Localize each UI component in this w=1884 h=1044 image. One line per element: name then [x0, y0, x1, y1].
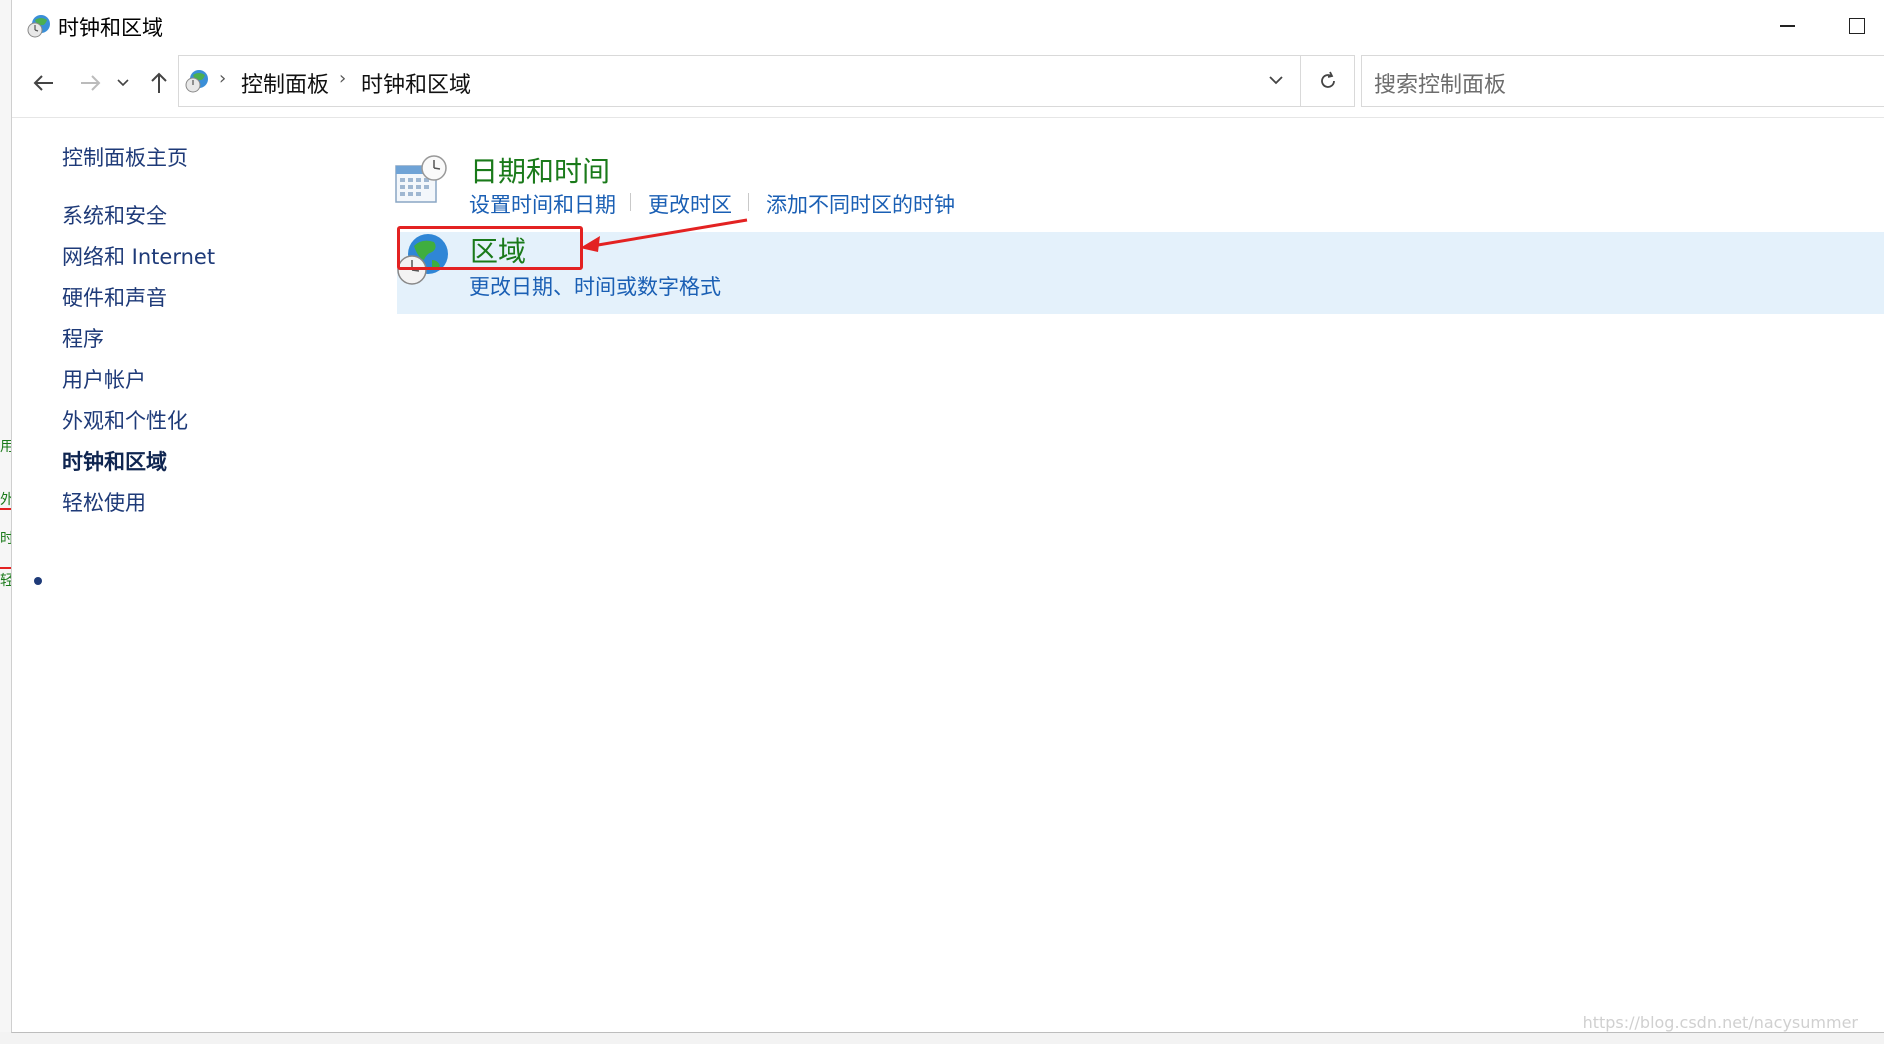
- date-time-title[interactable]: 日期和时间: [470, 150, 610, 190]
- sidebar-item-programs[interactable]: 程序: [62, 323, 104, 353]
- chevron-down-icon[interactable]: [1266, 70, 1286, 90]
- change-timezone-link[interactable]: 更改时区: [648, 189, 732, 219]
- up-arrow-icon: [151, 72, 167, 93]
- title-bar: 时钟和区域: [12, 0, 1884, 52]
- link-separator: [630, 193, 631, 211]
- up-button[interactable]: [144, 65, 174, 101]
- maximize-button[interactable]: [1822, 0, 1884, 52]
- control-panel-window: 时钟和区域 › 控制面板 › 时钟和区域 搜索控制面板 控制面板主页 系统和安全…: [11, 0, 1884, 1033]
- breadcrumb-control-panel[interactable]: 控制面板: [241, 67, 329, 99]
- background-strip: [0, 0, 11, 1044]
- sidebar-item-user-accounts[interactable]: 用户帐户: [62, 364, 146, 394]
- back-arrow-icon: [33, 75, 53, 91]
- maximize-icon: [1849, 18, 1865, 34]
- forward-button[interactable]: [74, 65, 106, 101]
- breadcrumb-separator[interactable]: ›: [339, 68, 346, 89]
- change-formats-link[interactable]: 更改日期、时间或数字格式: [469, 271, 721, 301]
- breadcrumb-separator: ›: [219, 68, 227, 89]
- search-input[interactable]: 搜索控制面板: [1361, 55, 1884, 107]
- calendar-clock-icon[interactable]: [392, 152, 450, 210]
- minimize-button[interactable]: [1752, 0, 1822, 52]
- sidebar-item-network-internet[interactable]: 网络和 Internet: [62, 241, 215, 271]
- add-clocks-link[interactable]: 添加不同时区的时钟: [766, 189, 955, 219]
- breadcrumb-clock-region[interactable]: 时钟和区域: [361, 67, 471, 99]
- clock-globe-icon: [27, 15, 50, 38]
- refresh-icon: [1320, 71, 1335, 88]
- annotation-highlight-box: [397, 226, 583, 270]
- edge-annotation-line: [0, 508, 11, 510]
- active-bullet-icon: [34, 577, 42, 585]
- back-button[interactable]: [28, 65, 60, 101]
- background-bottom: [0, 1032, 1884, 1044]
- link-separator: [748, 193, 749, 211]
- sidebar-item-hardware-sound[interactable]: 硬件和声音: [62, 282, 167, 312]
- chevron-down-icon: [117, 79, 129, 87]
- edge-annotation-line: [0, 567, 11, 569]
- sidebar-item-appearance[interactable]: 外观和个性化: [62, 405, 188, 435]
- set-time-date-link[interactable]: 设置时间和日期: [469, 189, 616, 219]
- annotation-arrow-icon: [580, 218, 748, 252]
- watermark-text: https://blog.csdn.net/nacysummer: [1582, 1013, 1858, 1032]
- sidebar-item-clock-region[interactable]: 时钟和区域: [62, 446, 167, 476]
- navigation-bar: › 控制面板 › 时钟和区域 搜索控制面板: [12, 55, 1884, 111]
- window-title: 时钟和区域: [58, 16, 163, 40]
- sidebar: 控制面板主页 系统和安全 网络和 Internet 硬件和声音 程序 用户帐户 …: [12, 118, 372, 1018]
- forward-arrow-icon: [81, 75, 101, 91]
- recent-locations-button[interactable]: [112, 65, 134, 101]
- minimize-icon: [1779, 25, 1795, 27]
- clock-globe-icon: [185, 70, 208, 93]
- address-bar[interactable]: › 控制面板 › 时钟和区域: [178, 55, 1301, 107]
- refresh-button[interactable]: [1301, 55, 1355, 107]
- sidebar-item-system-security[interactable]: 系统和安全: [62, 200, 167, 230]
- sidebar-item-ease-of-access[interactable]: 轻松使用: [62, 487, 146, 517]
- sidebar-home-link[interactable]: 控制面板主页: [62, 142, 188, 172]
